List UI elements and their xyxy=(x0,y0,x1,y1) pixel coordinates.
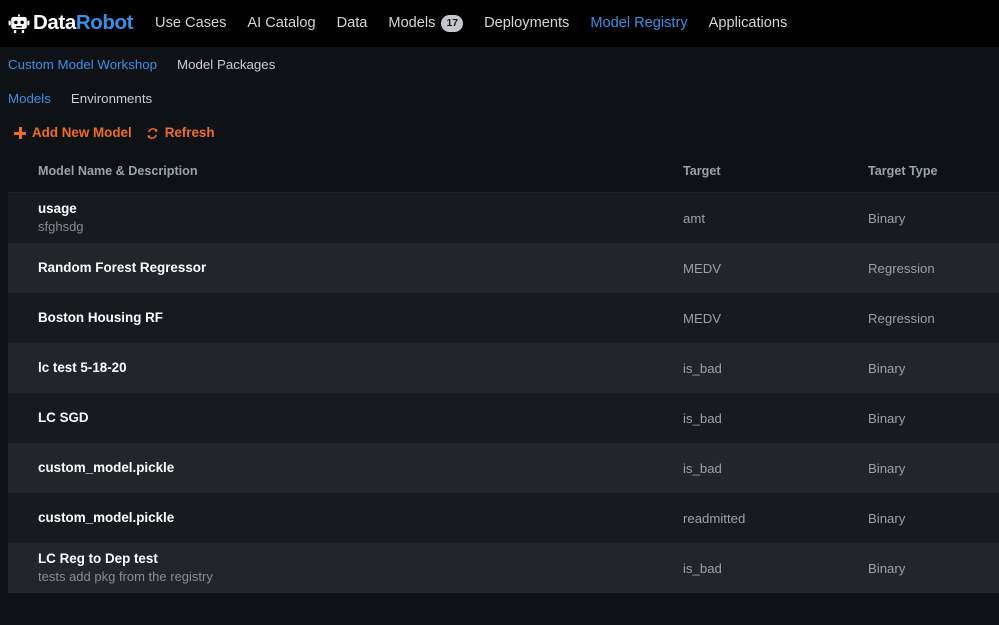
cell-target: is_bad xyxy=(683,560,722,576)
action-toolbar: Add New Model Refresh xyxy=(8,115,999,151)
refresh-button[interactable]: Refresh xyxy=(146,125,215,141)
datarobot-logo[interactable]: DataRobot xyxy=(8,13,133,35)
nav-item-ai-catalog[interactable]: AI Catalog xyxy=(247,16,315,31)
table-body: usage sfghsdg amt Binary Random Forest R… xyxy=(8,193,999,593)
model-description: sfghsdg xyxy=(38,219,84,235)
cell-target-type: Binary xyxy=(868,560,906,576)
sub-header-area: Custom Model Workshop Model Packages Mod… xyxy=(0,47,999,151)
table-header-row: Model Name & Description Target Target T… xyxy=(8,151,999,193)
breadcrumb-model-packages[interactable]: Model Packages xyxy=(177,58,275,72)
model-name: custom_model.pickle xyxy=(38,459,175,475)
model-name: usage xyxy=(38,201,77,217)
table-row[interactable]: usage sfghsdg amt Binary xyxy=(8,193,999,243)
refresh-label: Refresh xyxy=(164,125,215,141)
cell-target-type: Regression xyxy=(868,260,935,276)
cell-model-name: lc test 5-18-20 xyxy=(8,359,683,377)
cell-target-type: Binary xyxy=(868,460,906,476)
add-new-model-button[interactable]: Add New Model xyxy=(14,125,132,141)
breadcrumb-custom-model-workshop[interactable]: Custom Model Workshop xyxy=(8,58,157,72)
cell-model-name: LC SGD xyxy=(8,409,683,427)
cell-target: MEDV xyxy=(683,260,722,276)
plus-icon xyxy=(14,127,26,139)
add-new-model-label: Add New Model xyxy=(32,125,132,141)
table-row[interactable]: lc test 5-18-20 is_bad Binary xyxy=(8,343,999,393)
table-row[interactable]: custom_model.pickle is_bad Binary xyxy=(8,443,999,493)
model-name: Boston Housing RF xyxy=(38,309,163,325)
column-header-target-type[interactable]: Target Type xyxy=(868,165,999,178)
top-navigation-bar: DataRobot Use Cases AI Catalog Data Mode… xyxy=(0,0,999,47)
cell-target-type: Binary xyxy=(868,410,906,426)
nav-item-label: AI Catalog xyxy=(247,15,316,32)
brand-name-data: Data xyxy=(33,11,76,35)
primary-nav-items: Use Cases AI Catalog Data Models 17 Depl… xyxy=(155,15,787,32)
nav-item-deployments[interactable]: Deployments xyxy=(484,16,569,31)
nav-item-label: Models xyxy=(388,15,436,32)
nav-item-use-cases[interactable]: Use Cases xyxy=(155,16,226,31)
models-count-badge: 17 xyxy=(441,15,464,32)
cell-model-name: custom_model.pickle xyxy=(8,459,683,477)
refresh-icon xyxy=(147,127,158,139)
cell-target-type: Binary xyxy=(868,510,906,526)
nav-item-label: Model Registry xyxy=(590,15,688,32)
cell-model-name: custom_model.pickle xyxy=(8,509,683,527)
table-row[interactable]: custom_model.pickle readmitted Binary xyxy=(8,493,999,543)
nav-item-models[interactable]: Models 17 xyxy=(388,15,464,32)
tab-environments[interactable]: Environments xyxy=(71,92,152,106)
nav-item-label: Data xyxy=(336,15,368,32)
breadcrumb-secondary: Models Environments xyxy=(8,82,999,115)
model-description: tests add pkg from the registry xyxy=(38,569,213,585)
nav-item-applications[interactable]: Applications xyxy=(709,16,788,31)
table-row[interactable]: Boston Housing RF MEDV Regression xyxy=(8,293,999,343)
cell-model-name: usage sfghsdg xyxy=(8,200,683,236)
table-row[interactable]: Random Forest Regressor MEDV Regression xyxy=(8,243,999,293)
column-header-target[interactable]: Target xyxy=(683,165,868,178)
tab-models[interactable]: Models xyxy=(8,92,51,106)
model-name: Random Forest Regressor xyxy=(38,259,207,275)
cell-target: MEDV xyxy=(683,310,722,326)
cell-target: is_bad xyxy=(683,360,722,376)
model-name: LC Reg to Dep test xyxy=(38,551,158,567)
table-row[interactable]: LC Reg to Dep test tests add pkg from th… xyxy=(8,543,999,593)
cell-target: amt xyxy=(683,210,705,226)
cell-target: is_bad xyxy=(683,410,722,426)
cell-target-type: Regression xyxy=(868,310,935,326)
breadcrumb-primary: Custom Model Workshop Model Packages xyxy=(8,47,999,82)
table-row[interactable]: LC SGD is_bad Binary xyxy=(8,393,999,443)
cell-target-type: Binary xyxy=(868,360,906,376)
nav-item-label: Applications xyxy=(708,15,788,32)
robot-head-icon xyxy=(8,13,30,33)
nav-item-model-registry[interactable]: Model Registry xyxy=(590,16,687,31)
nav-item-data[interactable]: Data xyxy=(337,16,368,31)
model-name: lc test 5-18-20 xyxy=(38,359,127,375)
cell-target-type: Binary xyxy=(868,210,906,226)
brand-name-robot: Robot xyxy=(75,11,134,35)
model-name: custom_model.pickle xyxy=(38,509,175,525)
nav-item-label: Use Cases xyxy=(155,15,227,32)
cell-model-name: Boston Housing RF xyxy=(8,309,683,327)
cell-target: is_bad xyxy=(683,460,722,476)
model-name: LC SGD xyxy=(38,409,89,425)
cell-model-name: LC Reg to Dep test tests add pkg from th… xyxy=(8,550,683,586)
nav-item-label: Deployments xyxy=(484,15,570,32)
cell-target: readmitted xyxy=(683,510,746,526)
cell-model-name: Random Forest Regressor xyxy=(8,259,683,277)
column-header-model-name[interactable]: Model Name & Description xyxy=(8,165,683,178)
models-table: Model Name & Description Target Target T… xyxy=(0,151,999,593)
